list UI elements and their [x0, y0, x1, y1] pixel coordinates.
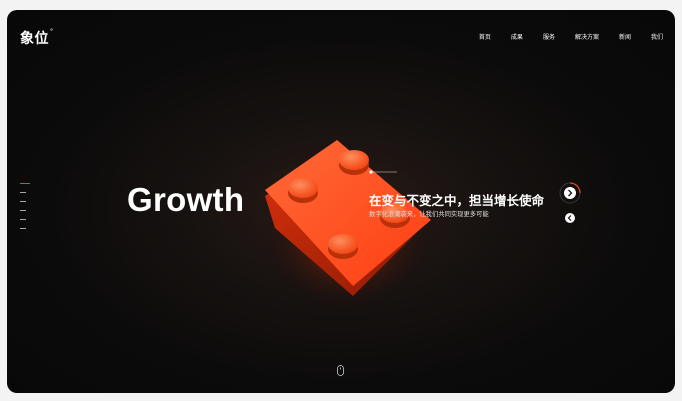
logo[interactable]: 象位° — [20, 28, 54, 48]
slide-indicator-tick-5[interactable] — [20, 219, 26, 220]
slide-indicator-tick-6[interactable] — [20, 228, 26, 229]
next-slide-button[interactable] — [559, 182, 581, 204]
chevron-left-icon — [567, 215, 572, 221]
nav-item-solutions[interactable]: 解决方案 — [575, 32, 599, 41]
prev-slide-button[interactable] — [565, 213, 575, 223]
slide-indicator-tick-3[interactable] — [20, 201, 26, 202]
hero-title: Growth — [127, 181, 245, 218]
mouse-scroll-icon[interactable] — [337, 365, 344, 376]
hero-headline: 在变与不变之中，担当增长使命 — [369, 193, 545, 208]
slide-indicator-tick-4[interactable] — [20, 210, 26, 211]
hero-subline: 数字化浪潮袭来，让我们共同实现更多可能 — [369, 211, 489, 218]
nav-item-services[interactable]: 服务 — [543, 32, 555, 41]
nav-item-about[interactable]: 我们 — [651, 32, 663, 41]
slide-indicator-tick-2[interactable] — [20, 192, 26, 193]
nav-item-achievements[interactable]: 成果 — [511, 32, 523, 41]
main-nav: 首页 成果 服务 解决方案 新闻 我们 — [459, 32, 663, 41]
slide-indicator — [20, 183, 32, 237]
logo-text: 象位 — [20, 31, 49, 47]
lego-brick-image — [257, 140, 437, 308]
logo-mark: ° — [50, 28, 54, 35]
nav-item-home[interactable]: 首页 — [479, 32, 491, 41]
slide-indicator-tick-1[interactable] — [20, 183, 30, 184]
nav-item-news[interactable]: 新闻 — [619, 32, 631, 41]
hero-frame: 象位° 首页 成果 服务 解决方案 新闻 我们 Growth 在变与不变之中，担… — [7, 10, 675, 393]
